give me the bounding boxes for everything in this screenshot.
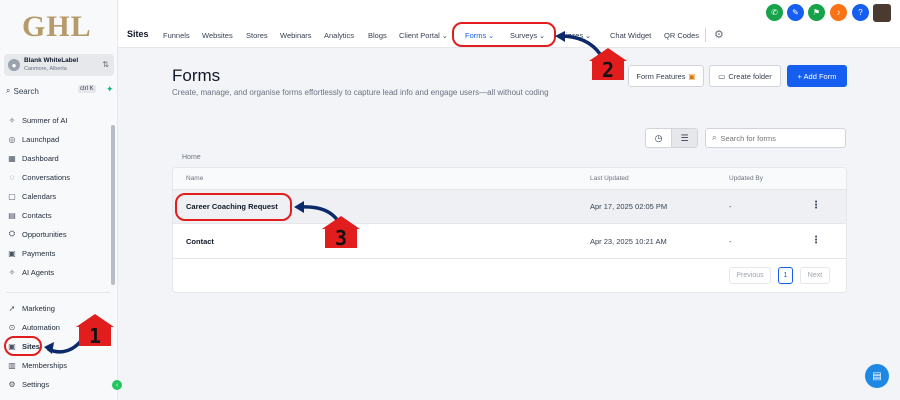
tab-funnels[interactable]: Funnels (163, 31, 190, 40)
sidebar-item-automation[interactable]: ⊙ Automation (7, 320, 60, 334)
annotation-highlight-form-row (175, 193, 292, 221)
user-avatar[interactable] (873, 4, 891, 22)
form-features-button[interactable]: Form Features ▣ (628, 65, 704, 87)
forms-table: Name Last Updated Updated By Career Coac… (172, 167, 847, 293)
breadcrumb[interactable]: Home (182, 154, 201, 161)
funnel-icon: ⛭ (8, 229, 16, 238)
annotation-highlight-forms-tab (452, 22, 556, 47)
sidebar-item-launchpad[interactable]: ◎ Launchpad (7, 132, 60, 146)
gear-icon[interactable]: ⚙ (714, 28, 724, 41)
send-icon: ➚ (8, 303, 16, 313)
pagination-previous[interactable]: Previous (729, 267, 771, 284)
rocket-icon: ◎ (8, 134, 16, 144)
contacts-icon: ▤ (8, 210, 16, 220)
annotation-highlight-sites (4, 336, 42, 356)
swap-icon: ⇅ (102, 60, 109, 69)
page-description: Create, manage, and organise forms effor… (172, 88, 549, 97)
payments-icon: ▣ (8, 248, 16, 258)
pagination-next[interactable]: Next (800, 267, 830, 284)
form-updated-by: - (729, 237, 732, 246)
tab-analytics[interactable]: Analytics (324, 31, 354, 40)
sidebar-search-label: Search (13, 86, 39, 96)
pagination-current[interactable]: 1 (778, 267, 793, 284)
ai-sparkle-icon[interactable]: ✦ (106, 84, 114, 95)
memberships-icon: ▥ (8, 360, 16, 370)
tab-websites[interactable]: Websites (202, 31, 233, 40)
tab-client-portal[interactable]: Client Portal ⌄ (399, 31, 448, 40)
phone-icon[interactable]: ✆ (766, 4, 783, 21)
page-title: Forms (172, 66, 221, 85)
sidebar-divider (6, 292, 110, 293)
gear-icon: ⚙ (8, 379, 16, 389)
account-switcher[interactable]: ● Blank WhiteLabel Canmore, Alberta ⇅ (4, 54, 114, 76)
form-last-updated: Apr 23, 2025 10:21 AM (590, 237, 667, 246)
annotation-step-3: 3 (322, 216, 360, 250)
sidebar-item-memberships[interactable]: ▥ Memberships (7, 358, 67, 372)
chat-icon: ◌ (9, 172, 15, 182)
account-name: Blank WhiteLabel (24, 57, 79, 64)
tab-blogs[interactable]: Blogs (368, 31, 387, 40)
account-location: Canmore, Alberta (24, 66, 67, 72)
sparkle-icon: ✧ (8, 267, 16, 277)
more-options-icon[interactable]: ⋮ (811, 235, 821, 246)
clock-icon[interactable]: ◷ (646, 129, 671, 147)
search-icon: ⌕ (6, 86, 11, 95)
column-header-last-updated[interactable]: Last Updated (590, 175, 629, 182)
chevron-down-icon: ⌄ (585, 33, 591, 40)
announcement-icon[interactable]: ⚑ (808, 4, 825, 21)
folder-icon: ▭ (718, 71, 726, 81)
sidebar-item-summer-of-ai[interactable]: ✧ Summer of AI (7, 113, 68, 127)
sidebar-item-ai-agents[interactable]: ✧ AI Agents (7, 265, 54, 279)
column-header-updated-by[interactable]: Updated By (729, 175, 763, 182)
sidebar-item-payments[interactable]: ▣ Payments (7, 246, 55, 260)
tab-webinars[interactable]: Webinars (280, 31, 312, 40)
gift-icon: ▣ (688, 71, 696, 81)
more-options-icon[interactable]: ⋮ (811, 200, 821, 211)
sidebar-item-contacts[interactable]: ▤ Contacts (7, 208, 51, 222)
tab-divider (705, 28, 706, 42)
tab-chat-widget[interactable]: Chat Widget (610, 31, 651, 40)
tab-quizzes[interactable]: izzes ⌄ (566, 31, 591, 40)
bell-icon[interactable]: ♪ (830, 4, 847, 21)
megaphone-icon[interactable]: ✎ (787, 4, 804, 21)
create-folder-button[interactable]: ▭ Create folder (709, 65, 781, 87)
section-title: Sites (127, 29, 149, 39)
automation-icon: ⊙ (8, 322, 16, 332)
form-name[interactable]: Contact (186, 237, 214, 246)
annotation-step-2: 2 (589, 48, 627, 82)
search-icon: ⌕ (712, 133, 717, 142)
sidebar-item-settings[interactable]: ⚙ Settings (7, 377, 49, 391)
search-shortcut: ctrl K (78, 85, 96, 93)
sidebar-item-opportunities[interactable]: ⛭ Opportunities (7, 227, 67, 241)
sparkle-icon: ✧ (8, 115, 16, 125)
grid-icon: ▦ (8, 153, 16, 163)
location-icon: ● (8, 59, 20, 71)
add-form-button[interactable]: + Add Form (787, 65, 847, 87)
collapse-sidebar-icon[interactable]: ‹ (112, 380, 122, 390)
forms-search: ⌕ (705, 128, 846, 148)
search-forms-input[interactable] (720, 133, 836, 143)
brand-logo[interactable]: GHL (22, 10, 92, 44)
sidebar-item-calendars[interactable]: ▢ Calendars (7, 189, 56, 203)
sidebar-item-conversations[interactable]: ◌ Conversations (7, 170, 70, 184)
help-icon[interactable]: ? (852, 4, 869, 21)
sidebar-search[interactable]: ⌕ Search ctrl K ✦ (6, 84, 114, 97)
sidebar-scrollbar[interactable] (111, 125, 115, 285)
sidebar-item-marketing[interactable]: ➚ Marketing (7, 301, 55, 315)
annotation-step-1: 1 (76, 314, 114, 348)
tab-stores[interactable]: Stores (246, 31, 268, 40)
calendar-icon: ▢ (8, 191, 16, 201)
view-toggle: ◷ ☰ (645, 128, 698, 148)
chevron-down-icon: ⌄ (441, 33, 448, 40)
sidebar-item-dashboard[interactable]: ▦ Dashboard (7, 151, 58, 165)
form-last-updated: Apr 17, 2025 02:05 PM (590, 202, 668, 211)
chat-support-icon[interactable]: ▤ (865, 364, 889, 388)
form-updated-by: - (729, 202, 732, 211)
list-view-icon[interactable]: ☰ (671, 129, 697, 147)
table-row[interactable]: Contact Apr 23, 2025 10:21 AM - ⋮ (173, 225, 846, 259)
column-header-name[interactable]: Name (186, 175, 203, 182)
tab-qr-codes[interactable]: QR Codes (664, 31, 699, 40)
table-header: Name Last Updated Updated By (173, 168, 846, 190)
